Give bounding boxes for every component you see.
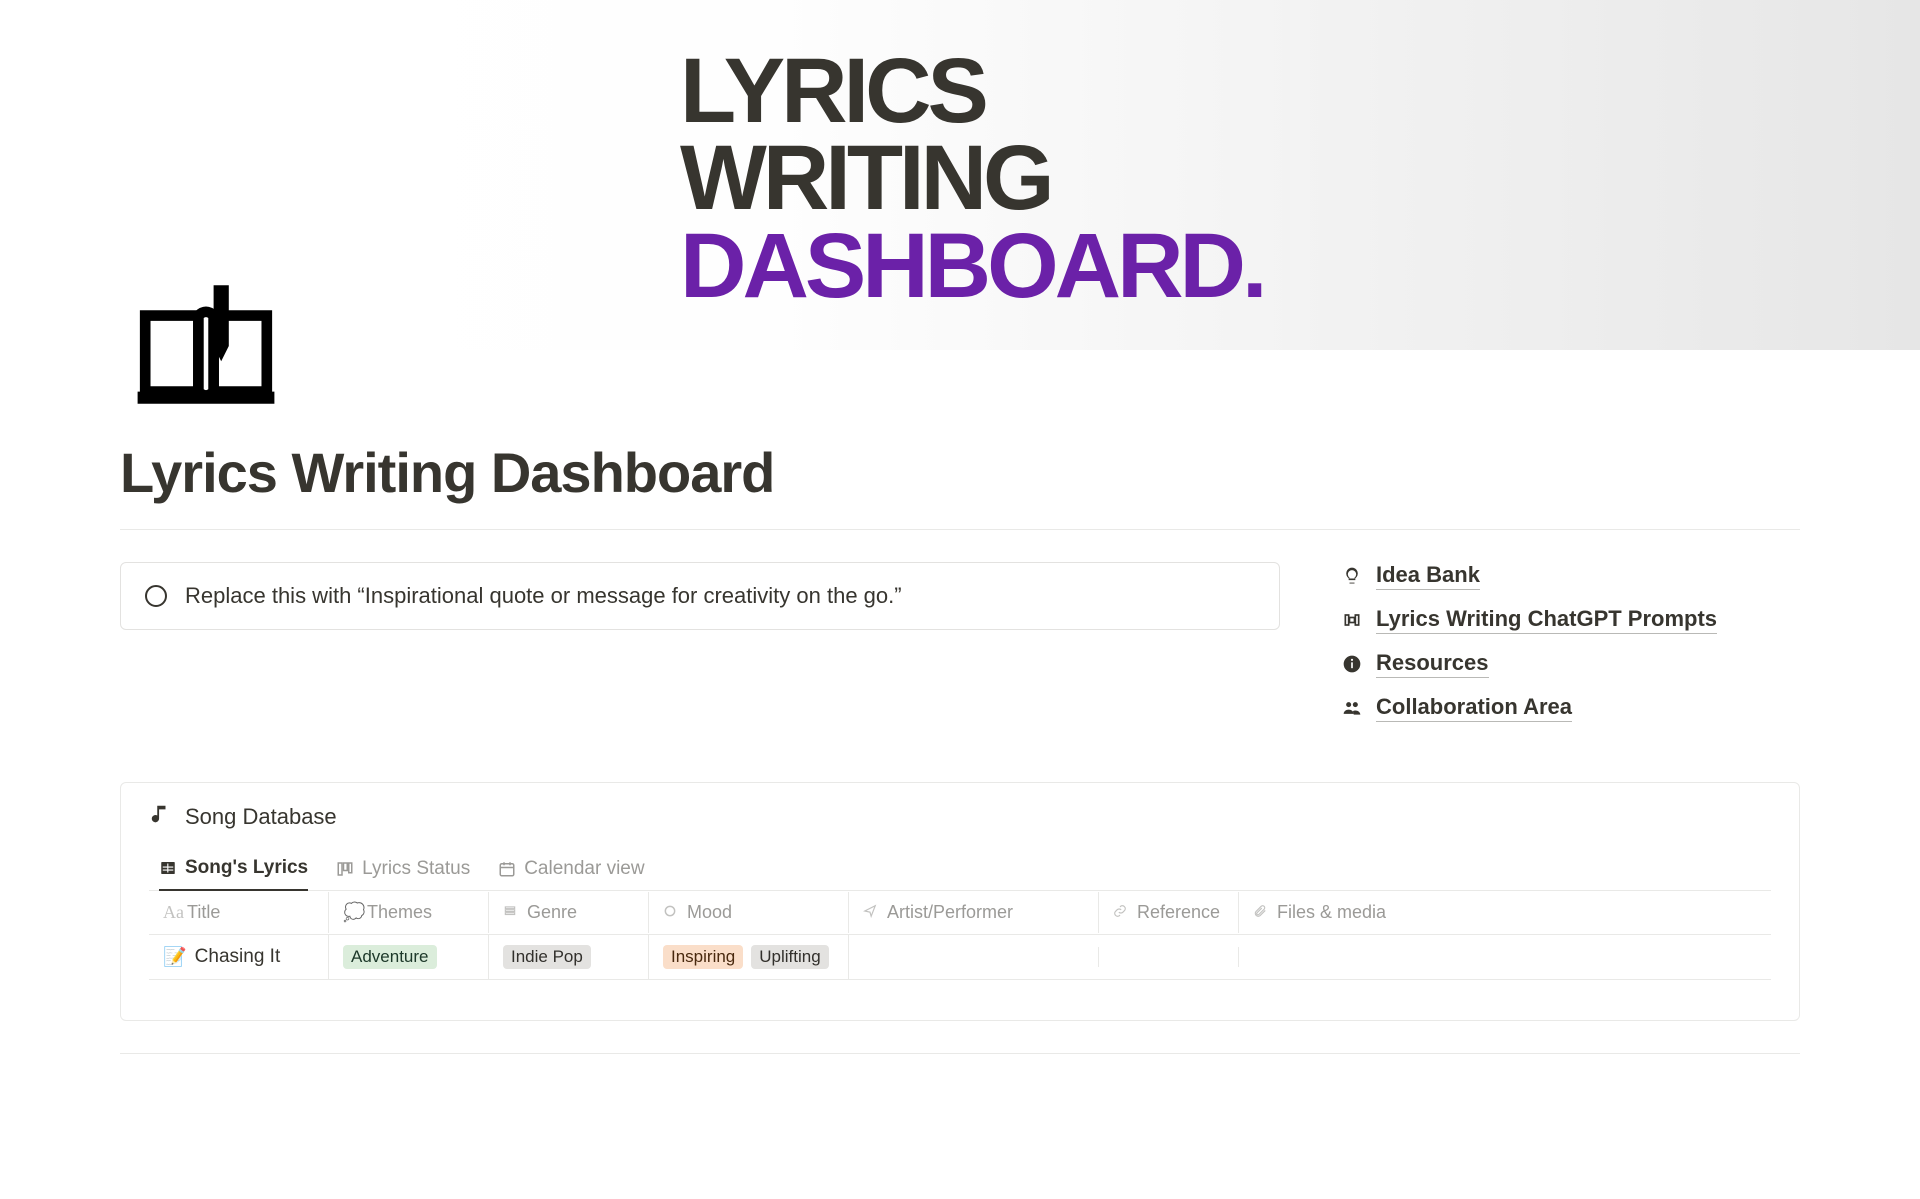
column-header-artist[interactable]: Artist/Performer xyxy=(849,892,1099,933)
column-header-genre[interactable]: Genre xyxy=(489,892,649,933)
divider xyxy=(120,529,1800,530)
nav-item-resources[interactable]: Resources xyxy=(1340,650,1800,678)
nav-item-label: Collaboration Area xyxy=(1376,694,1572,722)
page-title[interactable]: Lyrics Writing Dashboard xyxy=(120,440,1800,505)
tab-label: Calendar view xyxy=(524,858,644,880)
tab-label: Lyrics Status xyxy=(362,858,470,880)
circle-status-icon xyxy=(663,902,679,923)
database-table: Aa Title 💭 Themes Genre M xyxy=(149,891,1771,980)
column-header-title[interactable]: Aa Title xyxy=(149,892,329,933)
text-type-icon: Aa xyxy=(163,902,179,923)
people-icon xyxy=(1340,698,1364,718)
nav-item-label: Lyrics Writing ChatGPT Prompts xyxy=(1376,606,1717,634)
music-note-icon xyxy=(149,803,171,831)
song-database-block: Song Database Song's Lyrics Lyrics Statu… xyxy=(120,782,1800,1021)
cell-themes[interactable]: Adventure xyxy=(329,935,489,979)
column-header-reference[interactable]: Reference xyxy=(1099,892,1239,933)
info-icon xyxy=(1340,654,1364,674)
table-header-row: Aa Title 💭 Themes Genre M xyxy=(149,891,1771,935)
lightbulb-icon xyxy=(1340,566,1364,586)
hero-line-1: LYRICS xyxy=(680,48,1264,135)
tab-songs-lyrics[interactable]: Song's Lyrics xyxy=(159,849,308,891)
nav-item-chatgpt-prompts[interactable]: Lyrics Writing ChatGPT Prompts xyxy=(1340,606,1800,634)
nav-item-idea-bank[interactable]: Idea Bank xyxy=(1340,562,1800,590)
table-icon xyxy=(159,859,177,877)
circle-icon xyxy=(145,585,167,607)
database-tabs: Song's Lyrics Lyrics Status Calendar vie… xyxy=(149,849,1771,891)
table-row[interactable]: 📝 Chasing It Adventure Indie Pop Inspiri… xyxy=(149,935,1771,980)
hero-line-2: WRITING xyxy=(680,135,1264,222)
tag-indie-pop: Indie Pop xyxy=(503,945,591,969)
stack-icon xyxy=(503,902,519,923)
board-icon xyxy=(336,860,354,878)
row-emoji-icon: 📝 xyxy=(163,945,187,969)
book-pen-icon[interactable] xyxy=(130,270,282,427)
cell-reference[interactable] xyxy=(1099,947,1239,967)
hero-line-3: DASHBOARD. xyxy=(680,223,1264,310)
nav-item-label: Resources xyxy=(1376,650,1489,678)
tag-adventure: Adventure xyxy=(343,945,437,969)
column-header-themes[interactable]: 💭 Themes xyxy=(329,892,489,933)
cell-mood[interactable]: Inspiring Uplifting xyxy=(649,935,849,979)
tag-inspiring: Inspiring xyxy=(663,945,743,969)
database-title-row[interactable]: Song Database xyxy=(149,803,1771,831)
tag-uplifting: Uplifting xyxy=(751,945,828,969)
tab-calendar-view[interactable]: Calendar view xyxy=(498,849,644,890)
quote-callout[interactable]: Replace this with “Inspirational quote o… xyxy=(120,562,1280,630)
database-title: Song Database xyxy=(185,804,337,830)
quote-text: Replace this with “Inspirational quote o… xyxy=(185,583,902,609)
form-icon xyxy=(1340,610,1364,630)
hero-banner-title: LYRICS WRITING DASHBOARD. xyxy=(680,48,1264,310)
cell-genre[interactable]: Indie Pop xyxy=(489,935,649,979)
nav-item-label: Idea Bank xyxy=(1376,562,1480,590)
thought-icon: 💭 xyxy=(343,902,359,923)
tab-label: Song's Lyrics xyxy=(185,857,308,879)
cell-artist[interactable] xyxy=(849,947,1099,967)
link-icon xyxy=(1113,902,1129,923)
column-header-mood[interactable]: Mood xyxy=(649,892,849,933)
divider-bottom xyxy=(120,1053,1800,1054)
calendar-icon xyxy=(498,860,516,878)
row-title-text: Chasing It xyxy=(195,946,281,968)
quick-links: Idea Bank Lyrics Writing ChatGPT Prompts… xyxy=(1340,562,1800,722)
nav-item-collaboration[interactable]: Collaboration Area xyxy=(1340,694,1800,722)
cell-files[interactable] xyxy=(1239,947,1771,967)
cell-title[interactable]: 📝 Chasing It xyxy=(149,935,329,979)
send-icon xyxy=(863,902,879,923)
tab-lyrics-status[interactable]: Lyrics Status xyxy=(336,849,470,890)
column-header-files[interactable]: Files & media xyxy=(1239,892,1771,933)
paperclip-icon xyxy=(1253,902,1269,923)
